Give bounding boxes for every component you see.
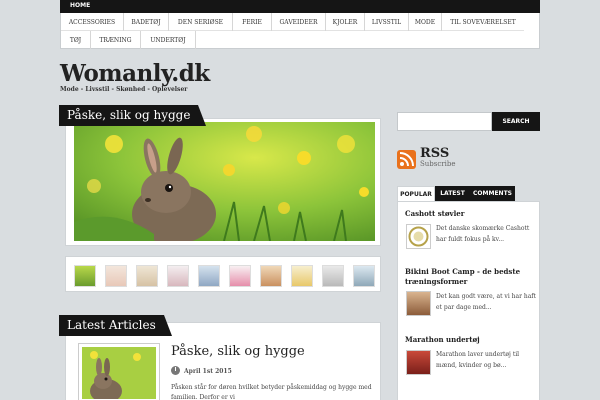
thumbnail[interactable] (322, 265, 344, 287)
category-toj[interactable]: Tøj (61, 31, 91, 49)
category-den-seriose[interactable]: Den seriøse (169, 13, 233, 31)
latest-articles-heading: Latest Articles (59, 315, 172, 336)
nav-home-link[interactable]: Home (70, 2, 90, 9)
category-badetoj[interactable]: Badetøj (124, 13, 169, 31)
badge-logo-image (408, 226, 429, 247)
featured-image[interactable] (74, 122, 375, 241)
article-excerpt: Påsken står for døren hvilket betyder på… (171, 384, 372, 400)
thumbnail[interactable] (260, 265, 282, 287)
clock-icon (171, 366, 180, 375)
sidebar-tabs: Popular Latest Comments (397, 186, 540, 201)
thumbnail[interactable] (229, 265, 251, 287)
category-undertoj[interactable]: Undertøj (141, 31, 196, 49)
article-date: April 1st 2015 (184, 368, 232, 375)
slider-thumbnails (65, 256, 381, 292)
popular-posts-panel: Cashott støvler Det danske skomærke Cash… (397, 201, 540, 400)
popular-post-title[interactable]: Cashott støvler (405, 209, 535, 219)
bunny-thumbnail-image (82, 347, 156, 400)
featured-slider[interactable] (65, 118, 381, 246)
category-gaveideer[interactable]: Gaveideer (272, 13, 326, 31)
tab-popular[interactable]: Popular (397, 186, 435, 201)
popular-post-title[interactable]: Marathon undertøj (405, 335, 535, 345)
popular-post-excerpt: Det kan godt være, at vi har haft et par… (436, 293, 536, 311)
category-til-sovevaerelset[interactable]: Til soveværelset (442, 13, 524, 31)
site-tagline: Mode - Livsstil - Skønhed - Oplevelser (60, 86, 188, 93)
popular-post-excerpt: Marathon laver undertøj til mænd, kvinde… (436, 351, 520, 369)
search-input[interactable] (397, 112, 492, 131)
thumbnail[interactable] (105, 265, 127, 287)
tab-comments[interactable]: Comments (470, 186, 515, 201)
article-thumbnail[interactable] (78, 343, 160, 400)
category-livsstil[interactable]: Livsstil (365, 13, 409, 31)
site-logo[interactable]: Womanly.dk (60, 60, 210, 87)
bunny-photo (74, 122, 375, 241)
thumbnail[interactable] (198, 265, 220, 287)
category-traening[interactable]: Træning (91, 31, 141, 49)
category-nav: Accessories Badetøj Den seriøse Ferie Ga… (60, 13, 540, 49)
popular-post-thumbnail[interactable] (406, 291, 431, 316)
popular-post-thumbnail[interactable] (406, 224, 431, 249)
category-nav-row: Tøj Træning Undertøj (61, 31, 196, 49)
thumbnail[interactable] (353, 265, 375, 287)
article-title[interactable]: Påske, slik og hygge (171, 344, 305, 359)
category-nav-row: Accessories Badetøj Den seriøse Ferie Ga… (61, 13, 524, 31)
category-mode[interactable]: Mode (409, 13, 442, 31)
popular-post-thumbnail[interactable] (406, 350, 431, 375)
thumbnail[interactable] (167, 265, 189, 287)
category-ferie[interactable]: Ferie (233, 13, 272, 31)
popular-post-title[interactable]: Bikini Boot Camp - de bedste træningsfor… (405, 267, 535, 287)
tab-latest[interactable]: Latest (435, 186, 470, 201)
thumbnail[interactable] (136, 265, 158, 287)
popular-post-excerpt: Det danske skomærke Cashott har fuldt fo… (436, 225, 530, 243)
thumbnail[interactable] (291, 265, 313, 287)
rss-icon-glyph (399, 152, 414, 167)
thumbnail[interactable] (74, 265, 96, 287)
rss-icon[interactable] (397, 150, 416, 169)
category-kjoler[interactable]: Kjoler (326, 13, 365, 31)
featured-title[interactable]: Påske, slik og hygge (59, 105, 207, 126)
category-accessories[interactable]: Accessories (61, 13, 124, 31)
rss-subtitle: Subscribe (420, 160, 456, 168)
rss-title[interactable]: RSS (420, 146, 449, 161)
search-button[interactable]: Search (492, 112, 540, 131)
top-bar: Home (60, 0, 540, 13)
